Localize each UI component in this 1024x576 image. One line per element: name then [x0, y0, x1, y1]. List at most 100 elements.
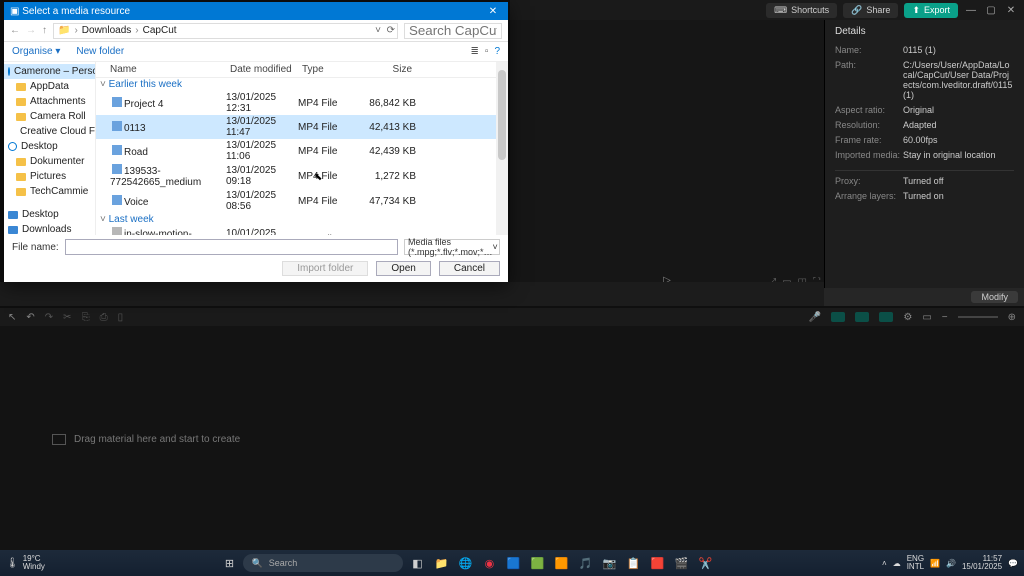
crumb[interactable]: Downloads — [82, 25, 131, 36]
file-row[interactable]: in-slow-motion-inspiring-ambient-loung…1… — [96, 226, 508, 235]
sidebar-item-techcammie[interactable]: TechCammie — [4, 184, 95, 199]
modify-button[interactable]: Modify — [971, 291, 1018, 303]
sidebar-item-pictures[interactable]: Pictures — [4, 169, 95, 184]
app-icon[interactable]: 🎬 — [671, 553, 691, 573]
detail-key: Arrange layers: — [835, 191, 903, 201]
tray-icon[interactable]: ☁ — [893, 559, 901, 568]
organise-menu[interactable]: Organise ▾ — [12, 46, 60, 57]
edge-icon[interactable]: 🌐 — [455, 553, 475, 573]
minimize-icon[interactable]: — — [964, 5, 978, 16]
tray-chevron-icon[interactable]: ˄ — [882, 559, 887, 568]
zoom-slider[interactable] — [958, 316, 998, 318]
file-row[interactable]: 011313/01/2025 11:47MP4 File42,413 KB — [96, 115, 508, 139]
mic-icon[interactable]: 🎤 — [809, 312, 821, 323]
folder-icon — [16, 113, 26, 121]
app-icon[interactable]: 🟩 — [527, 553, 547, 573]
nav-back-icon[interactable]: ← — [10, 25, 20, 36]
dialog-search-input[interactable] — [404, 23, 502, 39]
filename-input[interactable] — [65, 239, 398, 255]
sidebar-item-dokumenter[interactable]: Dokumenter — [4, 154, 95, 169]
shortcuts-button[interactable]: ⌨ Shortcuts — [766, 3, 837, 18]
volume-icon[interactable]: 🔊 — [946, 559, 956, 568]
crumb[interactable]: CapCut — [143, 25, 177, 36]
pointer-tool-icon[interactable]: ↖ — [8, 312, 16, 323]
view-icon[interactable]: ▫ — [485, 46, 489, 57]
tool-icon[interactable]: ⎙ — [100, 312, 108, 323]
timeline[interactable]: Drag material here and start to create — [0, 326, 1024, 550]
chrome-icon[interactable]: ◉ — [479, 553, 499, 573]
nav-up-icon[interactable]: ↑ — [42, 25, 47, 36]
tool-icon[interactable]: − — [942, 312, 948, 323]
share-button[interactable]: 🔗 Share — [843, 3, 898, 18]
sidebar-item-desktop[interactable]: Desktop — [4, 139, 95, 154]
sidebar-item-camroll[interactable]: Camera Roll — [4, 109, 95, 124]
wifi-icon[interactable]: 📶 — [930, 559, 940, 568]
capcut-icon[interactable]: ✂️ — [695, 553, 715, 573]
col-name[interactable]: Name — [96, 64, 226, 75]
scrollbar[interactable] — [496, 62, 508, 235]
sidebar-item-downloads2[interactable]: Downloads — [4, 222, 95, 235]
file-row[interactable]: 139533-772542665_medium13/01/2025 09:18M… — [96, 163, 508, 189]
file-row[interactable]: Road13/01/2025 11:06MP4 File42,439 KB — [96, 139, 508, 163]
export-button[interactable]: ⬆ Export — [904, 3, 958, 18]
track-chip[interactable] — [855, 312, 869, 322]
weather-widget[interactable]: 19°C Windy — [23, 555, 45, 571]
help-icon[interactable]: ? — [494, 46, 500, 57]
notifications-icon[interactable]: 💬 — [1008, 559, 1018, 568]
import-folder-button[interactable]: Import folder — [282, 261, 368, 276]
file-date: 13/01/2025 11:06 — [226, 140, 298, 162]
explorer-icon[interactable]: 📁 — [431, 553, 451, 573]
weather-icon[interactable]: 🌡 — [6, 558, 19, 569]
dialog-titlebar[interactable]: ▣ Select a media resource ✕ — [4, 2, 508, 20]
nav-forward-icon[interactable]: → — [26, 25, 36, 36]
column-headers[interactable]: Name Date modified Type Size — [96, 62, 508, 78]
tray-lang[interactable]: ENG INTL — [907, 555, 924, 571]
redo-icon[interactable]: ↷ — [45, 312, 53, 323]
tool-icon[interactable]: ⎘ — [82, 312, 90, 323]
col-type[interactable]: Type — [298, 64, 356, 75]
start-icon[interactable]: ⊞ — [219, 553, 239, 573]
dialog-close-icon[interactable]: ✕ — [484, 6, 502, 17]
group-header[interactable]: Last week — [96, 213, 508, 226]
close-icon[interactable]: ✕ — [1004, 5, 1018, 16]
cancel-button[interactable]: Cancel — [439, 261, 500, 276]
app-icon[interactable]: 📋 — [623, 553, 643, 573]
open-button[interactable]: Open — [376, 261, 430, 276]
undo-icon[interactable]: ↶ — [26, 312, 34, 323]
col-date[interactable]: Date modified — [226, 64, 298, 75]
file-row[interactable]: Voice13/01/2025 08:56MP4 File47,734 KB — [96, 189, 508, 213]
app-icon[interactable]: 🟥 — [647, 553, 667, 573]
breadcrumb[interactable]: 📁 › Downloads › CapCut ˅ ⟳ — [53, 23, 398, 39]
group-header[interactable]: Earlier this week — [96, 78, 508, 91]
folder-icon — [16, 98, 26, 106]
sidebar-item-attachments[interactable]: Attachments — [4, 94, 95, 109]
track-chip[interactable] — [831, 312, 845, 322]
sidebar-item-appdata[interactable]: AppData — [4, 79, 95, 94]
sidebar-item-onedrive[interactable]: Camerone – Personal — [4, 64, 95, 79]
app-icon[interactable]: 🟧 — [551, 553, 571, 573]
taskview-icon[interactable]: ◧ — [407, 553, 427, 573]
detail-value: Turned on — [903, 191, 1014, 201]
crumb-dropdown-icon[interactable]: ˅ — [375, 25, 381, 36]
maximize-icon[interactable]: ▢ — [984, 5, 998, 16]
track-chip[interactable] — [879, 312, 893, 322]
scrollbar-thumb[interactable] — [498, 70, 506, 160]
new-folder-button[interactable]: New folder — [76, 46, 124, 57]
sidebar-item-desktop2[interactable]: Desktop — [4, 207, 95, 222]
app-icon[interactable]: 🎵 — [575, 553, 595, 573]
refresh-icon[interactable]: ⟳ — [387, 25, 395, 36]
filetype-select[interactable]: Media files (*.mpg;*.flv;*.mov;*…˅ — [404, 239, 500, 255]
taskbar-search[interactable]: 🔍 Search — [243, 554, 403, 572]
app-icon[interactable]: 📷 — [599, 553, 619, 573]
file-row[interactable]: Project 413/01/2025 12:31MP4 File86,842 … — [96, 91, 508, 115]
col-size[interactable]: Size — [356, 64, 416, 75]
view-icon[interactable]: ≣ — [471, 46, 479, 57]
tool-icon[interactable]: ⊕ — [1008, 312, 1016, 323]
tool-icon[interactable]: ▭ — [922, 312, 931, 323]
sidebar-item-ccf[interactable]: Creative Cloud Files — [4, 124, 95, 139]
clock[interactable]: 11:57 15/01/2025 — [962, 555, 1002, 571]
tool-icon[interactable]: ⚙ — [903, 312, 912, 323]
cut-icon[interactable]: ✂ — [63, 312, 71, 323]
app-icon[interactable]: 🟦 — [503, 553, 523, 573]
tool-icon[interactable]: ▯ — [118, 312, 124, 323]
